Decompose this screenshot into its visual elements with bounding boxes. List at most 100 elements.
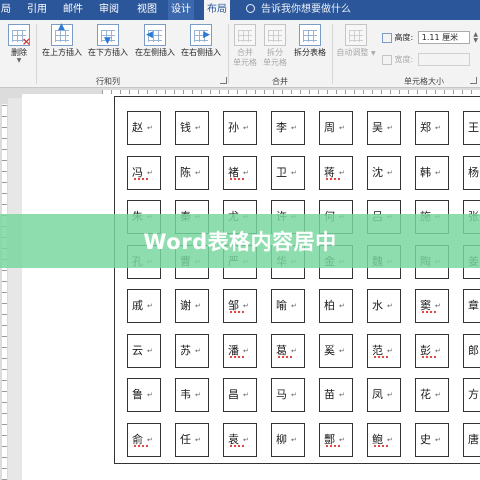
table-cell[interactable]: 戚 ↵ [127, 289, 161, 323]
insert-left-label: 在左侧插入 [135, 48, 175, 57]
row-height-input[interactable]: 1.11 厘米 [417, 31, 470, 44]
spin-up-down-icon[interactable]: ▲ ▼ [473, 31, 479, 44]
table-cell[interactable]: 史 ↵ [415, 423, 449, 457]
table-cell[interactable]: 唐↵ [463, 423, 480, 457]
table-cell[interactable]: 鲁 ↵ [127, 378, 161, 412]
paragraph-mark-icon: ↵ [243, 169, 249, 177]
insert-column-left-icon: ◀ [144, 24, 166, 46]
paragraph-mark-icon: ↵ [147, 124, 153, 132]
tab-mailings[interactable]: 邮件 [60, 0, 86, 20]
table-cell[interactable]: 郎↵ [463, 334, 480, 368]
table-cell[interactable]: 喻 ↵ [271, 289, 305, 323]
table-cell[interactable]: 任 ↵ [175, 423, 209, 457]
table-cell[interactable]: 李 ↵ [271, 111, 305, 145]
table-cell[interactable]: 韩 ↵ [415, 156, 449, 190]
table-cell[interactable]: 沈 ↵ [367, 156, 401, 190]
table-cell[interactable]: 花 ↵ [415, 378, 449, 412]
table-cell[interactable]: 袁 ↵ [223, 423, 257, 457]
paragraph-mark-icon: ↵ [435, 124, 441, 132]
table-cell[interactable]: 奚 ↵ [319, 334, 353, 368]
vertical-ruler[interactable] [0, 98, 8, 480]
table-cell[interactable]: 葛 ↵ [271, 334, 305, 368]
table-cell[interactable]: 周 ↵ [319, 111, 353, 145]
insert-right-button[interactable]: ▶ 在右侧插入 [179, 24, 223, 58]
table-cell[interactable]: 柳 ↵ [271, 423, 305, 457]
paragraph-mark-icon: ↵ [291, 436, 297, 444]
cell-text: 杨 [468, 166, 479, 179]
table-cell[interactable]: 昌 ↵ [223, 378, 257, 412]
insert-above-label: 在上方插入 [42, 48, 82, 57]
table-cell[interactable]: 谢 ↵ [175, 289, 209, 323]
table-cell[interactable]: 方↵ [463, 378, 480, 412]
column-width-input[interactable] [417, 53, 470, 66]
cell-text: 奚 [324, 344, 335, 357]
paragraph-mark-icon: ↵ [387, 436, 393, 444]
insert-above-button[interactable]: ▲ 在上方插入 [40, 23, 84, 58]
cell-text: 云 [132, 344, 143, 357]
height-label: 高度: [394, 33, 414, 42]
tell-me-search[interactable]: 告诉我你想要做什么 [246, 0, 351, 20]
table-cell[interactable]: 褚 ↵ [223, 156, 257, 190]
table-cell[interactable]: 水 ↵ [367, 289, 401, 323]
table-cell[interactable]: 苗 ↵ [319, 378, 353, 412]
table-cell[interactable]: 俞 ↵ [127, 423, 161, 457]
cell-text: 柏 [324, 299, 335, 312]
table-cell[interactable]: 卫 ↵ [271, 156, 305, 190]
table-cell[interactable]: 彭 ↵ [415, 334, 449, 368]
table-cell[interactable]: 孙 ↵ [223, 111, 257, 145]
table-cell[interactable]: 鲍 ↵ [367, 423, 401, 457]
insert-row-below-icon: ▼ [97, 24, 119, 46]
autofit-button[interactable]: 自动调整 ▼ [336, 24, 376, 59]
spellcheck-underline [421, 310, 438, 313]
split-cells-button[interactable]: 拆分 单元格 [262, 24, 288, 68]
tab-file-partial[interactable]: 局 [0, 0, 14, 20]
row-height-icon [382, 32, 392, 43]
merge-cells-button[interactable]: 合并 单元格 [232, 24, 258, 68]
table-cell[interactable]: 章↵ [463, 289, 480, 323]
cell-text: 方 [468, 388, 479, 401]
rows-columns-dialog-launcher[interactable] [220, 77, 227, 84]
delete-button[interactable]: × 删除 ▼ [4, 24, 34, 64]
cell-text: 郎 [468, 344, 479, 357]
tab-layout[interactable]: 布局 [204, 0, 230, 20]
tab-design[interactable]: 设计 [168, 0, 194, 20]
lightbulb-icon [246, 4, 255, 13]
table-cell[interactable]: 酆 ↵ [319, 423, 353, 457]
table-cell[interactable]: 钱 ↵ [175, 111, 209, 145]
table-cell[interactable]: 赵 ↵ [127, 111, 161, 145]
tab-references[interactable]: 引用 [24, 0, 50, 20]
paragraph-mark-icon: ↵ [243, 391, 249, 399]
table-cell[interactable]: 凤 ↵ [367, 378, 401, 412]
table-cell[interactable]: 柏 ↵ [319, 289, 353, 323]
cell-text: 章 [468, 299, 479, 312]
table-cell[interactable]: 韦 ↵ [175, 378, 209, 412]
table-cell[interactable]: 窦 ↵ [415, 289, 449, 323]
table-cell[interactable]: 杨↵ [463, 156, 480, 190]
merge-cells-label-line2: 单元格 [233, 58, 257, 67]
paragraph-mark-icon: ↵ [387, 169, 393, 177]
tab-review[interactable]: 审阅 [96, 0, 122, 20]
table-cell[interactable]: 蒋 ↵ [319, 156, 353, 190]
insert-left-button[interactable]: ◀ 在左侧插入 [133, 24, 177, 58]
table-cell[interactable]: 冯 ↵ [127, 156, 161, 190]
group-separator [36, 24, 37, 84]
table-cell[interactable]: 潘 ↵ [223, 334, 257, 368]
table-cell[interactable]: 陈 ↵ [175, 156, 209, 190]
table-cell[interactable]: 吴 ↵ [367, 111, 401, 145]
split-table-button[interactable]: 拆分表格 [292, 24, 328, 58]
table-cell[interactable]: 邹 ↵ [223, 289, 257, 323]
spellcheck-underline [325, 177, 342, 180]
spellcheck-underline [133, 177, 150, 180]
paragraph-mark-icon: ↵ [435, 391, 441, 399]
table-cell[interactable]: 郑 ↵ [415, 111, 449, 145]
cell-size-dialog-launcher[interactable] [470, 77, 477, 84]
table-cell[interactable]: 马 ↵ [271, 378, 305, 412]
paragraph-mark-icon: ↵ [291, 302, 297, 310]
tab-view[interactable]: 视图 [134, 0, 160, 20]
table-cell[interactable]: 苏 ↵ [175, 334, 209, 368]
insert-below-button[interactable]: ▼ 在下方插入 [86, 24, 130, 58]
table-cell[interactable]: 云 ↵ [127, 334, 161, 368]
table-cell[interactable]: 范 ↵ [367, 334, 401, 368]
merge-cells-icon [234, 24, 256, 46]
table-cell[interactable]: 王↵ [463, 111, 480, 145]
